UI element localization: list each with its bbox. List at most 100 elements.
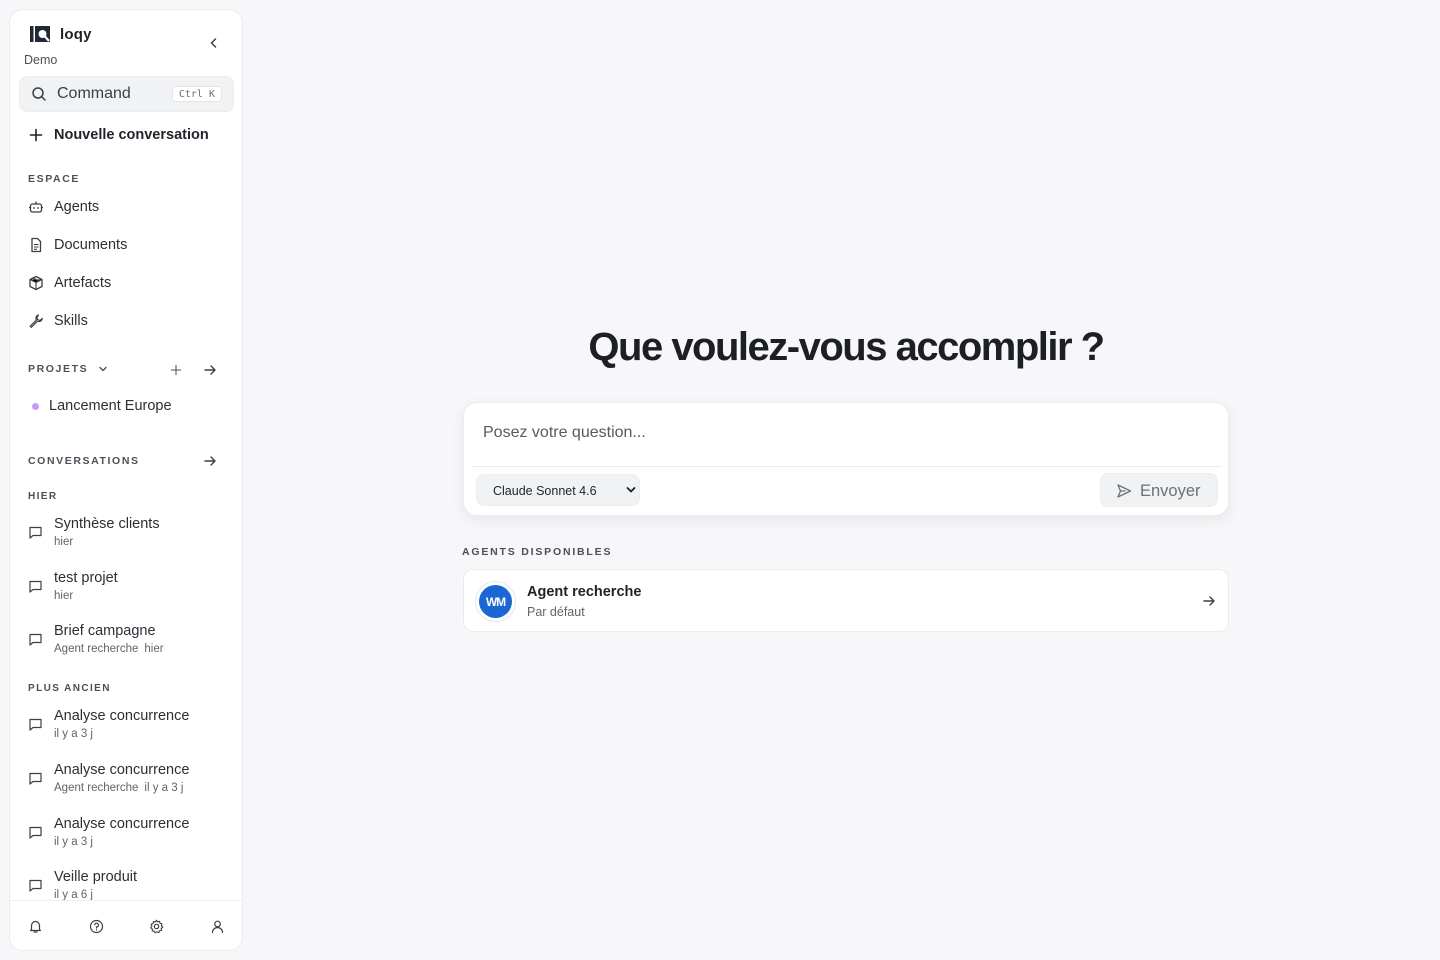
wrench-icon	[29, 314, 43, 328]
agent-avatar-logo: WM	[479, 585, 512, 618]
conversation-meta: hier	[54, 536, 73, 548]
conversation-time: hier	[54, 590, 74, 602]
message-icon	[29, 879, 42, 892]
conversation-title: test projet	[54, 570, 118, 586]
search-icon	[32, 87, 46, 101]
agent-card[interactable]: WM Agent recherche Par défaut	[463, 569, 1229, 632]
sidebar-footer	[10, 900, 242, 950]
conversation-item[interactable]: Analyse concurrence il y a 3 j	[28, 816, 228, 856]
chevron-down-icon	[99, 366, 107, 372]
sidebar-item-artefacts[interactable]: Artefacts	[28, 275, 111, 291]
agent-avatar: WM	[475, 581, 516, 622]
command-palette-button[interactable]: Command Ctrl K	[19, 76, 234, 112]
help-button[interactable]	[87, 917, 105, 935]
conversation-meta: il y a 3 j	[54, 728, 93, 740]
section-title-projets: PROJETS	[28, 363, 89, 375]
view-projects-button[interactable]	[202, 362, 218, 378]
bell-icon	[29, 920, 41, 933]
brand-name: loqy	[60, 25, 92, 43]
bot-icon	[29, 201, 43, 213]
group-title-plus-ancien: PLUS ANCIEN	[28, 683, 111, 694]
conversation-meta: hier	[54, 590, 73, 602]
page-title: Que voulez-vous accomplir ?	[588, 325, 1105, 369]
message-icon	[29, 633, 42, 646]
project-label: Lancement Europe	[49, 398, 172, 414]
question-input[interactable]	[483, 421, 1203, 445]
conversation-title: Brief campagne	[54, 623, 156, 639]
sidebar-item-label: Artefacts	[54, 275, 112, 291]
sidebar-item-label: Documents	[54, 237, 128, 253]
sidebar-item-skills[interactable]: Skills	[28, 313, 88, 329]
section-title-espace: ESPACE	[28, 173, 80, 185]
send-icon	[1117, 484, 1132, 498]
composer-divider	[472, 466, 1222, 467]
conversation-time: il y a 3 j	[54, 728, 93, 740]
conversation-item[interactable]: test projet hier	[28, 570, 228, 610]
sidebar: loqy Demo Command Ctrl K Nouvelle conver…	[9, 9, 243, 951]
user-icon	[211, 920, 223, 933]
model-select[interactable]: Claude Sonnet 4.6	[476, 474, 640, 506]
arrow-right-icon	[204, 365, 216, 375]
settings-icon	[149, 919, 163, 933]
conversation-agent: Agent recherche	[54, 782, 139, 794]
message-icon	[29, 526, 42, 539]
project-color-dot	[32, 402, 39, 410]
conversation-time: hier	[144, 643, 164, 655]
conversation-title: Analyse concurrence	[54, 816, 190, 832]
sidebar-item-label: Agents	[54, 199, 100, 215]
add-project-button[interactable]	[168, 362, 184, 378]
account-button[interactable]	[208, 917, 226, 935]
settings-button[interactable]	[147, 917, 165, 935]
conversation-meta: il y a 3 j	[54, 836, 93, 848]
model-select-value: Claude Sonnet 4.6	[493, 484, 597, 498]
send-label: Envoyer	[1140, 482, 1201, 500]
package-icon	[29, 275, 43, 291]
loqy-logo-icon	[30, 26, 50, 42]
view-conversations-button[interactable]	[202, 453, 218, 469]
notifications-button[interactable]	[26, 917, 44, 935]
conversation-time: hier	[54, 536, 74, 548]
conversation-item[interactable]: Analyse concurrence il y a 3 j	[28, 708, 228, 748]
brand[interactable]: loqy	[28, 24, 92, 44]
sidebar-item-agents[interactable]: Agents	[28, 199, 99, 215]
sidebar-item-documents[interactable]: Documents	[28, 237, 127, 253]
message-icon	[29, 580, 42, 593]
agent-subtitle: Par défaut	[527, 605, 585, 619]
conversation-title: Synthèse clients	[54, 516, 160, 532]
chevron-down-icon	[626, 487, 636, 493]
message-icon	[29, 718, 42, 731]
section-title-conversations: CONVERSATIONS	[28, 455, 140, 467]
project-actions	[168, 362, 218, 378]
sidebar-item-label: Skills	[54, 313, 88, 329]
arrow-right-icon	[204, 456, 216, 466]
message-icon	[29, 772, 42, 785]
new-conversation-button[interactable]: Nouvelle conversation	[28, 127, 209, 143]
plus-icon	[29, 128, 43, 142]
arrow-right-icon	[1203, 596, 1215, 606]
conversation-item[interactable]: Synthèse clients hier	[28, 516, 228, 556]
command-shortcut: Ctrl K	[171, 86, 222, 102]
project-item-lancement-europe[interactable]: Lancement Europe	[32, 398, 172, 414]
conversation-title: Veille produit	[54, 869, 138, 885]
conversation-meta: Agent recherche hier	[54, 643, 164, 655]
document-icon	[31, 237, 42, 253]
projects-header[interactable]: PROJETS	[28, 363, 108, 375]
send-button[interactable]: Envoyer	[1100, 473, 1218, 507]
agent-name: Agent recherche	[527, 584, 642, 600]
help-icon	[89, 919, 103, 933]
group-title-hier: HIER	[28, 491, 58, 502]
chevron-left-icon	[210, 38, 217, 48]
collapse-sidebar-button[interactable]	[205, 34, 223, 52]
conversation-title: Analyse concurrence	[54, 762, 190, 778]
agents-section-title: AGENTS DISPONIBLES	[462, 546, 613, 558]
conversation-time: il y a 3 j	[54, 836, 93, 848]
conversation-title: Analyse concurrence	[54, 708, 190, 724]
workspace-name[interactable]: Demo	[24, 53, 57, 67]
new-conversation-label: Nouvelle conversation	[54, 127, 209, 143]
composer: Claude Sonnet 4.6 Envoyer	[463, 402, 1229, 516]
command-label: Command	[57, 85, 131, 102]
conversation-meta: Agent recherche il y a 3 j	[54, 782, 183, 794]
conversation-time: il y a 3 j	[144, 782, 184, 794]
conversation-item[interactable]: Brief campagne Agent recherche hier	[28, 623, 228, 663]
conversation-item[interactable]: Analyse concurrence Agent recherche il y …	[28, 762, 228, 802]
